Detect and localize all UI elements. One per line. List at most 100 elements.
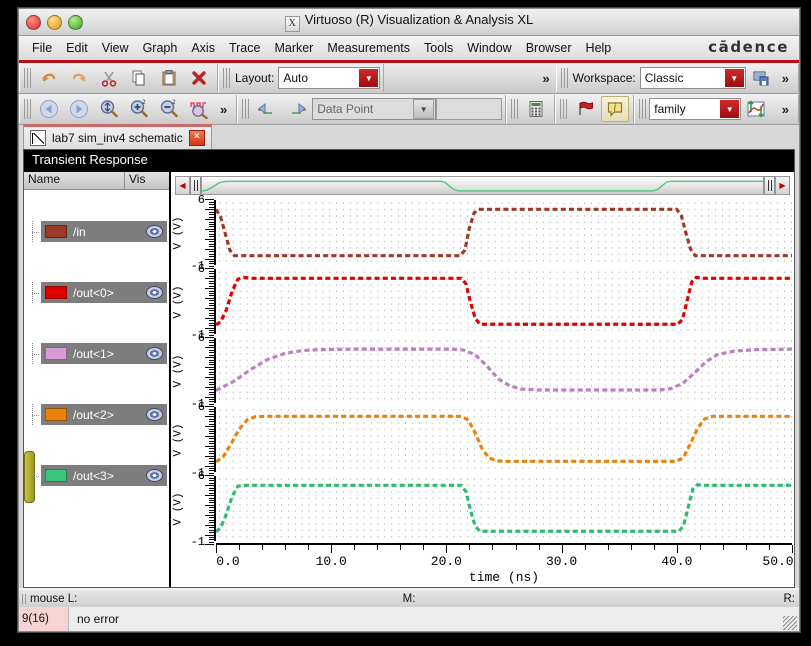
trace-plot-area[interactable]: [216, 476, 792, 541]
y-axis-ticks: [205, 405, 216, 477]
undo-icon[interactable]: [35, 65, 63, 91]
zoom-out-icon[interactable]: 2: [155, 96, 183, 122]
prev-datapoint-icon[interactable]: [253, 96, 281, 122]
zoom-handle-right[interactable]: [764, 175, 775, 195]
forward-icon[interactable]: [65, 96, 93, 122]
y-axis-ticks: [205, 474, 216, 546]
toolbar-grip[interactable]: [639, 99, 647, 119]
chevron-down-icon[interactable]: ▼: [724, 69, 744, 87]
menu-edit[interactable]: Edit: [59, 39, 95, 57]
trace-plot-area[interactable]: [216, 200, 792, 265]
tab-lab7-sim-inv4-schematic[interactable]: lab7 sim_inv4 schematic ×: [23, 124, 212, 149]
waveform-pane[interactable]: V (V) 6 -1: [171, 400, 794, 480]
y-axis-label: V (V): [171, 474, 185, 543]
paste-icon[interactable]: [155, 65, 183, 91]
menu-marker[interactable]: Marker: [267, 39, 320, 57]
toolbar2-overflow[interactable]: »: [214, 102, 233, 117]
waveform-pane[interactable]: V (V) 6 -1: [171, 193, 794, 273]
minimize-button[interactable]: [47, 14, 62, 30]
menu-help[interactable]: Help: [579, 39, 619, 57]
delete-icon[interactable]: [185, 65, 213, 91]
list-item[interactable]: /out<0>: [32, 282, 167, 303]
zoom-handle-left[interactable]: [190, 175, 201, 195]
zoom-fit-icon[interactable]: [95, 96, 123, 122]
toolbar-grip[interactable]: [560, 68, 568, 88]
save-workspace-icon[interactable]: [747, 65, 775, 91]
graph-title: Transient Response: [24, 150, 794, 172]
list-item[interactable]: /out<2>: [32, 404, 167, 425]
scroll-right-icon[interactable]: ▶: [775, 175, 790, 195]
chevron-down-icon[interactable]: ▼: [413, 99, 435, 119]
calculator-icon[interactable]: [522, 96, 550, 122]
trace-plot-area[interactable]: [216, 338, 792, 403]
menu-graph[interactable]: Graph: [136, 39, 185, 57]
menu-view[interactable]: View: [95, 39, 136, 57]
menu-measurements[interactable]: Measurements: [320, 39, 417, 57]
visible-eye-icon[interactable]: [146, 225, 163, 238]
signal-entry[interactable]: /out<1>: [41, 343, 167, 364]
copy-icon[interactable]: [125, 65, 153, 91]
menu-browser[interactable]: Browser: [519, 39, 579, 57]
maximize-button[interactable]: [68, 14, 83, 30]
toolbar-grip[interactable]: [24, 99, 31, 119]
family-value: family: [654, 102, 686, 116]
redo-icon[interactable]: [65, 65, 93, 91]
layout-combo[interactable]: Auto ▼: [278, 67, 381, 89]
status-mouse-left: mouse L:: [30, 592, 78, 605]
chevron-down-icon[interactable]: ▼: [359, 69, 379, 87]
signal-entry[interactable]: /in: [41, 221, 167, 242]
toolbar-grip[interactable]: [223, 68, 230, 88]
list-item[interactable]: /in: [32, 221, 167, 242]
scroll-left-icon[interactable]: ◀: [175, 175, 190, 195]
window-title-text: Virtuoso (R) Visualization & Analysis XL: [304, 12, 534, 27]
next-datapoint-icon[interactable]: [283, 96, 311, 122]
toolbar1-overflow[interactable]: »: [536, 71, 555, 86]
visible-eye-icon[interactable]: [146, 469, 163, 482]
visible-eye-icon[interactable]: [146, 347, 163, 360]
signal-entry[interactable]: /out<3>: [41, 465, 167, 486]
workspace-combo[interactable]: Classic ▼: [639, 67, 746, 89]
horizontal-zoom-strip[interactable]: ◀ ▶: [171, 172, 794, 198]
list-item[interactable]: /out<1>: [32, 343, 167, 364]
close-button[interactable]: [26, 14, 41, 30]
color-swatch: [45, 347, 67, 360]
zoom-track[interactable]: [201, 175, 764, 195]
zoom-in-icon[interactable]: 2: [125, 96, 153, 122]
toolbar-grip[interactable]: [560, 99, 568, 119]
resize-grip[interactable]: [783, 616, 797, 630]
chevron-down-icon[interactable]: ▼: [720, 100, 740, 118]
cut-icon[interactable]: [95, 65, 123, 91]
list-item[interactable]: /out<3>: [32, 465, 167, 486]
menu-tools[interactable]: Tools: [417, 39, 460, 57]
signal-entry[interactable]: /out<0>: [41, 282, 167, 303]
signal-entry[interactable]: /out<2>: [41, 404, 167, 425]
back-icon[interactable]: [35, 96, 63, 122]
visible-eye-icon[interactable]: [146, 286, 163, 299]
zoom-waveform-icon[interactable]: [185, 96, 213, 122]
menu-axis[interactable]: Axis: [184, 39, 222, 57]
toolbar-grip[interactable]: [242, 99, 250, 119]
workspace-label: Workspace:: [572, 71, 636, 85]
family-combo[interactable]: family ▼: [649, 98, 742, 120]
toolbar-grip[interactable]: [24, 68, 31, 88]
menu-file[interactable]: File: [25, 39, 59, 57]
toolbar1-overflow-2[interactable]: »: [776, 71, 795, 86]
close-icon[interactable]: ×: [188, 130, 205, 146]
menu-window[interactable]: Window: [460, 39, 518, 57]
y-tick-max: 6: [197, 193, 205, 207]
trace-line: [216, 416, 792, 462]
trace-plot-area[interactable]: [216, 269, 792, 334]
menu-trace[interactable]: Trace: [222, 39, 268, 57]
toolbar-grip[interactable]: [511, 99, 519, 119]
flag-icon[interactable]: [571, 96, 599, 122]
datapoint-value-field[interactable]: [436, 98, 503, 120]
trace-plot-area[interactable]: [216, 407, 792, 472]
waveform-pane[interactable]: V (V) 6 -1: [171, 262, 794, 342]
datapoint-mode-combo[interactable]: Data Point ▼: [312, 98, 437, 120]
visible-eye-icon[interactable]: [146, 408, 163, 421]
info-icon[interactable]: i: [601, 96, 630, 122]
swap-axes-icon[interactable]: [742, 96, 770, 122]
waveform-pane[interactable]: V (V) 6 -1: [171, 469, 794, 549]
waveform-pane[interactable]: V (V) 6 -1: [171, 331, 794, 411]
toolbar2-overflow-2[interactable]: »: [776, 102, 795, 117]
